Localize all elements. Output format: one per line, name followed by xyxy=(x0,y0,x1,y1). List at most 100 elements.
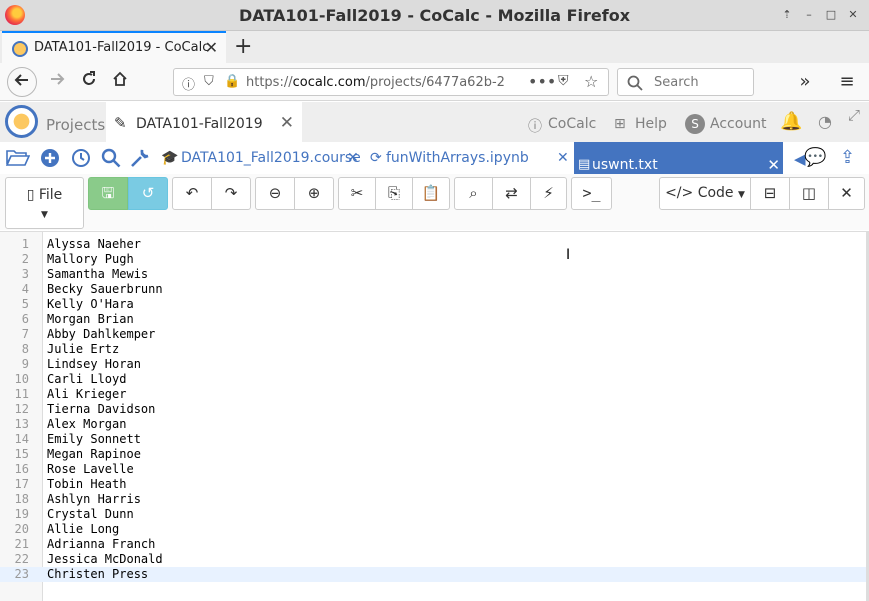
line-text[interactable]: Christen Press xyxy=(47,567,148,582)
hamburger-menu-icon[interactable]: ≡ xyxy=(832,67,862,97)
wifi-icon[interactable]: ◔ xyxy=(818,112,832,131)
line-text[interactable]: Emily Sonnett xyxy=(47,432,141,447)
editor-line[interactable]: 13 Alex Morgan xyxy=(0,417,866,432)
line-text[interactable]: Jessica McDonald xyxy=(47,552,163,567)
forward-button[interactable] xyxy=(42,67,72,97)
line-text[interactable]: Ashlyn Harris xyxy=(47,492,141,507)
fullscreen-icon[interactable]: ⤢ xyxy=(848,106,860,124)
terminal-button[interactable]: >_ xyxy=(571,177,612,210)
editor-line[interactable]: 18 Ashlyn Harris xyxy=(0,492,866,507)
code-menu-button[interactable]: </> Code ▼ xyxy=(659,177,751,210)
find-button[interactable]: ⌕ xyxy=(454,177,493,210)
editor-line[interactable]: 11 Ali Krieger xyxy=(0,387,866,402)
line-text[interactable]: Abby Dahlkemper xyxy=(47,327,155,342)
paste-button[interactable]: 📋 xyxy=(412,177,450,210)
line-text[interactable]: Julie Ertz xyxy=(47,342,119,357)
line-text[interactable]: Megan Rapinoe xyxy=(47,447,141,462)
projects-link[interactable]: Projects xyxy=(46,116,105,134)
editor-line[interactable]: 21 Adrianna Franch xyxy=(0,537,866,552)
editor-line[interactable]: 22 Jessica McDonald xyxy=(0,552,866,567)
cocalc-link[interactable]: CoCalc xyxy=(548,116,596,132)
split-horizontal-button[interactable]: ⊟ xyxy=(750,177,790,210)
editor-line[interactable]: 7 Abby Dahlkemper xyxy=(0,327,866,342)
editor-line[interactable]: 4 Becky Sauerbrunn xyxy=(0,282,866,297)
new-tab-button[interactable]: + xyxy=(234,34,252,59)
reload-button[interactable] xyxy=(74,67,104,97)
editor-line[interactable]: 8 Julie Ertz xyxy=(0,342,866,357)
project-tab[interactable]: ✎ DATA101-Fall2019 ✕ xyxy=(106,102,302,142)
info-icon[interactable]: ⓘ xyxy=(182,74,195,93)
cocalc-logo-icon[interactable] xyxy=(5,105,38,138)
window-close-button[interactable]: ✕ xyxy=(843,6,863,24)
line-text[interactable]: Alex Morgan xyxy=(47,417,126,432)
search-bar[interactable]: Search xyxy=(617,68,754,96)
editor-line[interactable]: 14 Emily Sonnett xyxy=(0,432,866,447)
editor-line[interactable]: 15 Megan Rapinoe xyxy=(0,447,866,462)
page-actions-icon[interactable]: ••• xyxy=(528,72,556,91)
editor-line[interactable]: 3 Samantha Mewis xyxy=(0,267,866,282)
save-button[interactable]: 🖫 xyxy=(88,177,128,210)
editor-line[interactable]: 9 Lindsey Horan xyxy=(0,357,866,372)
editor-line[interactable]: 10 Carli Lloyd xyxy=(0,372,866,387)
bookmark-star-icon[interactable]: ☆ xyxy=(584,72,598,91)
history-icon[interactable] xyxy=(71,148,91,173)
editor-line[interactable]: 23 Christen Press xyxy=(0,567,866,582)
goto-line-button[interactable]: ⚡ xyxy=(530,177,567,210)
folder-open-icon[interactable] xyxy=(5,148,31,171)
file-menu-button[interactable]: ▯ File ▼ xyxy=(5,177,84,229)
wrench-icon[interactable] xyxy=(130,148,150,173)
file-tab-course[interactable]: DATA101_Fall2019.course xyxy=(181,150,361,166)
editor-line[interactable]: 6 Morgan Brian xyxy=(0,312,866,327)
shield-icon[interactable]: ⛉ xyxy=(204,74,214,89)
avatar[interactable]: S xyxy=(685,114,705,134)
cut-button[interactable]: ✂ xyxy=(338,177,376,210)
window-maximize-button[interactable]: □ xyxy=(821,6,841,24)
line-text[interactable]: Alyssa Naeher xyxy=(47,237,141,252)
line-text[interactable]: Adrianna Franch xyxy=(47,537,155,552)
redo-button[interactable]: ↷ xyxy=(211,177,251,210)
project-tab-close-icon[interactable]: ✕ xyxy=(280,113,294,133)
window-minimize-button[interactable]: – xyxy=(799,6,819,24)
split-vertical-button[interactable]: ◫ xyxy=(789,177,829,210)
share-icon[interactable]: ⇪ xyxy=(840,147,855,168)
line-text[interactable]: Samantha Mewis xyxy=(47,267,148,282)
timetravel-button[interactable]: ↺ xyxy=(128,177,168,210)
line-text[interactable]: Mallory Pugh xyxy=(47,252,134,267)
line-text[interactable]: Carli Lloyd xyxy=(47,372,126,387)
home-button[interactable] xyxy=(105,67,135,97)
line-text[interactable]: Morgan Brian xyxy=(47,312,134,327)
file-tab-notebook[interactable]: funWithArrays.ipynb xyxy=(386,150,529,166)
lock-icon[interactable]: 🔒 xyxy=(224,74,240,89)
line-text[interactable]: Kelly O'Hara xyxy=(47,297,134,312)
line-text[interactable]: Allie Long xyxy=(47,522,119,537)
line-text[interactable]: Tierna Davidson xyxy=(47,402,155,417)
line-text[interactable]: Rose Lavelle xyxy=(47,462,134,477)
line-text[interactable]: Crystal Dunn xyxy=(47,507,134,522)
undo-button[interactable]: ↶ xyxy=(172,177,212,210)
line-text[interactable]: Tobin Heath xyxy=(47,477,126,492)
editor-line[interactable]: 17 Tobin Heath xyxy=(0,477,866,492)
file-tab-active-close-icon[interactable]: ✕ xyxy=(767,156,780,174)
file-tab-course-close-icon[interactable]: ✕ xyxy=(347,150,359,166)
editor-line[interactable]: 12 Tierna Davidson xyxy=(0,402,866,417)
new-file-plus-icon[interactable] xyxy=(40,148,60,173)
search-files-icon[interactable] xyxy=(101,148,121,173)
tab-close-icon[interactable]: ✕ xyxy=(205,38,218,57)
back-button[interactable] xyxy=(7,67,37,97)
url-bar[interactable]: ⓘ ⛉ 🔒 https://cocalc.com/projects/6477a6… xyxy=(173,68,609,96)
chat-icon[interactable]: 💬 xyxy=(804,147,826,168)
account-link[interactable]: Account xyxy=(710,116,767,132)
line-text[interactable]: Becky Sauerbrunn xyxy=(47,282,163,297)
zoom-in-button[interactable]: ⊕ xyxy=(294,177,334,210)
file-tab-active[interactable]: ▤ uswnt.txt ✕ xyxy=(574,142,783,174)
editor-line[interactable]: 2 Mallory Pugh xyxy=(0,252,866,267)
replace-button[interactable]: ⇄ xyxy=(492,177,531,210)
zoom-out-button[interactable]: ⊖ xyxy=(255,177,295,210)
file-tab-notebook-close-icon[interactable]: ✕ xyxy=(557,150,569,166)
overflow-chevron-icon[interactable]: » xyxy=(790,67,820,97)
editor-line[interactable]: 20 Allie Long xyxy=(0,522,866,537)
editor-line[interactable]: 5 Kelly O'Hara xyxy=(0,297,866,312)
pocket-icon[interactable]: ⛨ xyxy=(558,73,569,89)
editor-line[interactable]: 16 Rose Lavelle xyxy=(0,462,866,477)
url-text[interactable]: https://cocalc.com/projects/6477a62b-2 xyxy=(246,75,520,90)
